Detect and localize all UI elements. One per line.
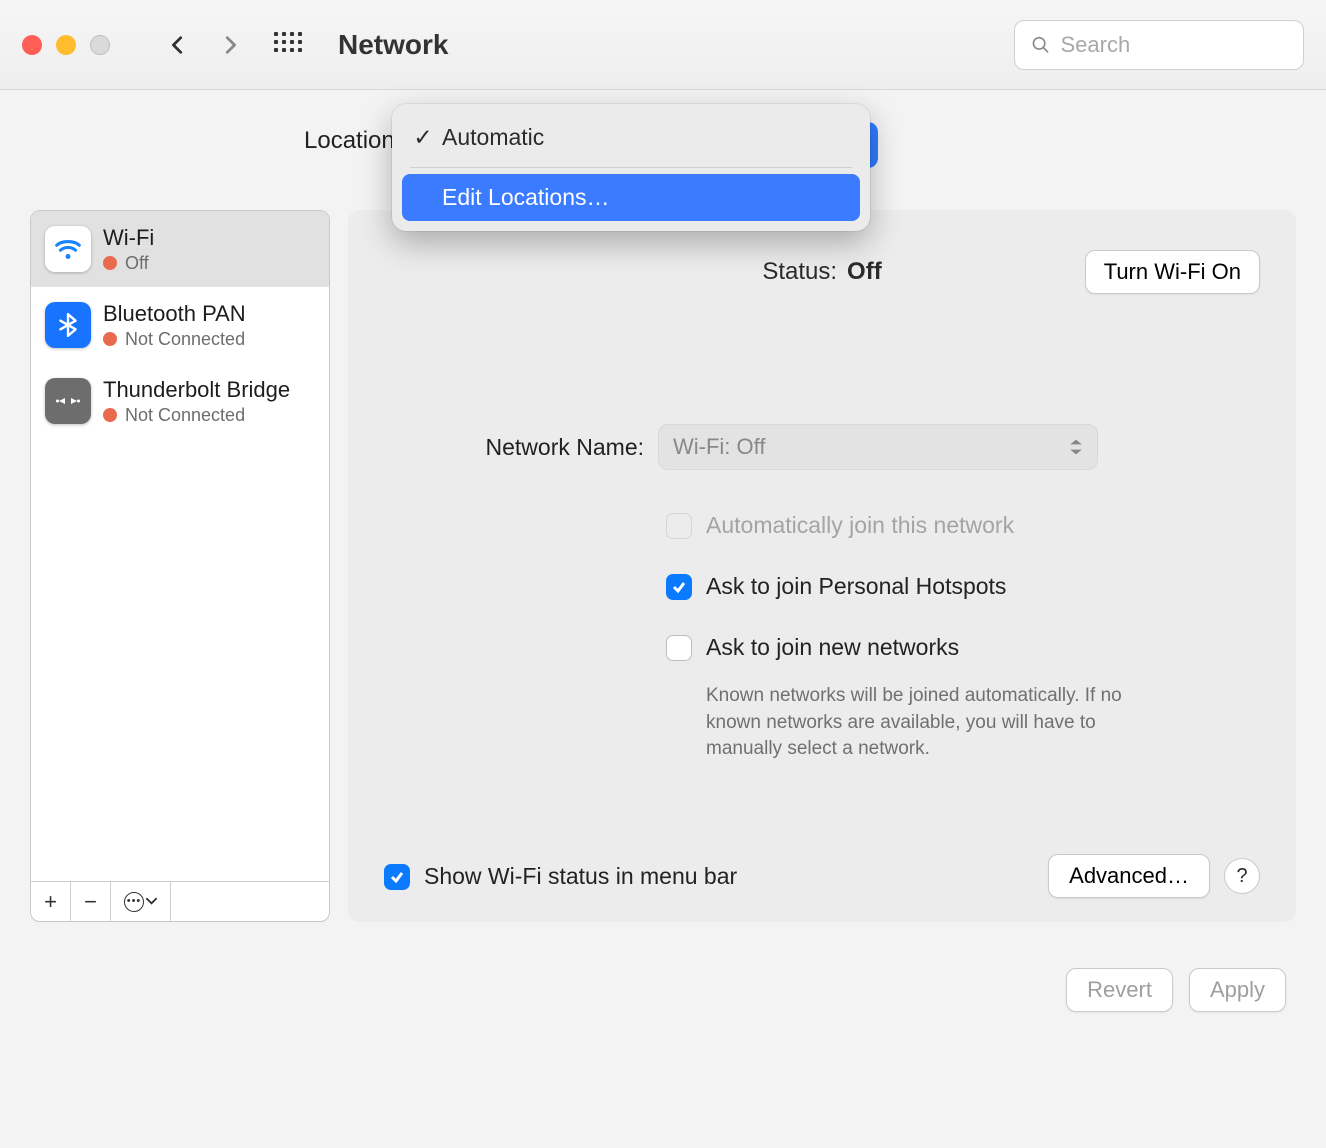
- close-window-button[interactable]: [22, 35, 42, 55]
- checkbox-label: Ask to join Personal Hotspots: [706, 573, 1006, 600]
- status-dot-icon: [103, 256, 117, 270]
- chevron-left-icon: [167, 31, 189, 59]
- checkbox-label: Show Wi-Fi status in menu bar: [424, 863, 737, 890]
- sidebar-item-bluetooth-pan[interactable]: Bluetooth PAN Not Connected: [31, 287, 329, 363]
- help-button[interactable]: ?: [1224, 858, 1260, 894]
- show-all-prefs-button[interactable]: [274, 32, 300, 58]
- wifi-icon: [45, 226, 91, 272]
- interface-name: Bluetooth PAN: [103, 301, 246, 327]
- ellipsis-icon: •••: [124, 892, 144, 912]
- advanced-button[interactable]: Advanced…: [1048, 854, 1210, 898]
- search-icon: [1031, 34, 1050, 56]
- search-input[interactable]: [1060, 32, 1287, 58]
- menu-separator: [410, 167, 852, 168]
- checkbox-show-menubar[interactable]: Show Wi-Fi status in menu bar: [384, 863, 737, 890]
- interface-status: Not Connected: [125, 329, 245, 350]
- location-dropdown-menu: ✓ Automatic Edit Locations…: [392, 104, 870, 231]
- sidebar-item-wifi[interactable]: Wi-Fi Off: [31, 211, 329, 287]
- status-dot-icon: [103, 332, 117, 346]
- updown-icon: [1069, 438, 1083, 456]
- toolbar: Network: [0, 0, 1326, 90]
- window-footer: Revert Apply: [0, 942, 1326, 1038]
- revert-button[interactable]: Revert: [1066, 968, 1173, 1012]
- location-label: Location:: [304, 127, 401, 155]
- chevron-right-icon: [219, 31, 241, 59]
- status-label: Status:: [762, 258, 837, 286]
- location-option-label: Edit Locations…: [442, 184, 609, 211]
- location-option-label: Automatic: [442, 124, 544, 151]
- window-controls: [22, 35, 110, 55]
- minimize-window-button[interactable]: [56, 35, 76, 55]
- apply-button[interactable]: Apply: [1189, 968, 1286, 1012]
- chevron-down-icon: [146, 896, 157, 907]
- sidebar-footer: + − •••: [31, 881, 329, 921]
- interfaces-sidebar: Wi-Fi Off Bluetooth PAN Not Connected: [30, 210, 330, 922]
- checkbox-label: Ask to join new networks: [706, 634, 959, 661]
- interface-name: Thunderbolt Bridge: [103, 377, 290, 403]
- content-area: Location: ✓ Automatic Edit Locations… Wi…: [0, 90, 1326, 942]
- interface-status: Not Connected: [125, 405, 245, 426]
- network-name-value: Wi-Fi: Off: [673, 434, 765, 460]
- add-interface-button[interactable]: +: [31, 882, 71, 921]
- status-value: Off: [847, 258, 882, 286]
- detail-panel: Status: Off Turn Wi-Fi On Network Name: …: [348, 210, 1296, 922]
- interface-name: Wi-Fi: [103, 225, 154, 251]
- checkbox-new-networks[interactable]: Ask to join new networks Known networks …: [666, 634, 1260, 763]
- checkbox-note: Known networks will be joined automatica…: [706, 683, 1126, 763]
- checkbox-input[interactable]: [666, 574, 692, 600]
- nav-forward-button[interactable]: [216, 29, 244, 61]
- bluetooth-icon: [45, 302, 91, 348]
- status-dot-icon: [103, 408, 117, 422]
- remove-interface-button[interactable]: −: [71, 882, 111, 921]
- network-name-select[interactable]: Wi-Fi: Off: [658, 424, 1098, 470]
- turn-wifi-on-button[interactable]: Turn Wi-Fi On: [1085, 250, 1260, 294]
- location-option-edit[interactable]: Edit Locations…: [402, 174, 860, 221]
- pane-title: Network: [338, 29, 448, 61]
- sidebar-item-thunderbolt-bridge[interactable]: Thunderbolt Bridge Not Connected: [31, 363, 329, 439]
- checkbox-input[interactable]: [666, 635, 692, 661]
- checkmark-icon: [671, 579, 687, 595]
- interface-actions-menu-button[interactable]: •••: [111, 882, 171, 921]
- checkbox-input[interactable]: [384, 864, 410, 890]
- thunderbolt-bridge-icon: [45, 378, 91, 424]
- checkbox-label: Automatically join this network: [706, 512, 1014, 539]
- interface-status: Off: [125, 253, 149, 274]
- checkmark-icon: ✓: [412, 124, 434, 151]
- checkbox-personal-hotspots[interactable]: Ask to join Personal Hotspots: [666, 573, 1260, 600]
- checkbox-auto-join: Automatically join this network: [666, 512, 1260, 539]
- checkbox-input: [666, 513, 692, 539]
- maximize-window-button[interactable]: [90, 35, 110, 55]
- network-name-label: Network Name:: [384, 434, 644, 461]
- search-field[interactable]: [1014, 20, 1304, 70]
- nav-back-button[interactable]: [164, 29, 192, 61]
- interfaces-list: Wi-Fi Off Bluetooth PAN Not Connected: [31, 211, 329, 881]
- location-option-automatic[interactable]: ✓ Automatic: [402, 114, 860, 161]
- checkmark-icon: [389, 869, 405, 885]
